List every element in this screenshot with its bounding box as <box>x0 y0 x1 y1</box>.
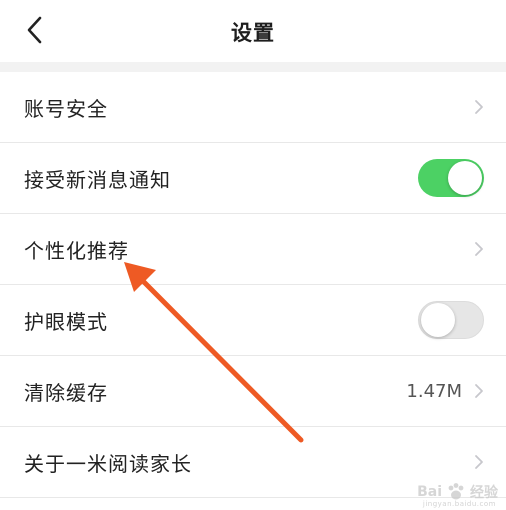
settings-item-personalized-recommendation[interactable]: 个性化推荐 <box>0 214 506 285</box>
settings-item-account-security[interactable]: 账号安全 <box>0 72 506 143</box>
chevron-right-icon <box>475 455 483 469</box>
paw-icon <box>448 483 464 500</box>
notification-toggle[interactable] <box>418 159 484 197</box>
settings-item-label: 关于一米阅读家长 <box>24 451 192 476</box>
settings-item-clear-cache[interactable]: 清除缓存 1.47M <box>0 356 506 427</box>
watermark-text-2: 经验 <box>470 485 498 501</box>
page-title: 设置 <box>231 21 275 45</box>
chevron-right-icon <box>475 384 483 398</box>
eye-care-toggle[interactable] <box>418 301 484 339</box>
row-accessory <box>474 241 484 257</box>
settings-item-eye-care-mode: 护眼模式 <box>0 285 506 356</box>
row-accessory <box>474 99 484 115</box>
watermark-text: Bai <box>417 484 442 500</box>
row-accessory <box>474 454 484 470</box>
chevron-right-icon <box>475 100 483 114</box>
watermark-url: jingyan.baidu.com <box>422 500 496 508</box>
nav-header: 设置 <box>0 0 506 62</box>
baidu-watermark: Bai 经验 <box>417 482 498 502</box>
settings-item-label: 接受新消息通知 <box>24 167 171 192</box>
toggle-knob <box>421 303 455 337</box>
settings-list: 账号安全 接受新消息通知 个性化推荐 护眼模式 清除缓存 1.47M 关于一米阅… <box>0 72 506 498</box>
cache-size-value: 1.47M <box>406 380 462 402</box>
settings-item-label: 个性化推荐 <box>24 238 129 263</box>
toggle-knob <box>448 161 482 195</box>
settings-item-label: 账号安全 <box>24 96 108 121</box>
settings-item-label: 护眼模式 <box>24 309 108 334</box>
settings-page: 设置 账号安全 接受新消息通知 个性化推荐 护眼模式 清除缓存 1.47M 关于… <box>0 0 506 510</box>
row-accessory: 1.47M <box>406 381 484 402</box>
settings-item-new-message-notification: 接受新消息通知 <box>0 143 506 214</box>
settings-item-label: 清除缓存 <box>24 380 108 405</box>
section-divider <box>0 62 506 72</box>
chevron-right-icon <box>475 242 483 256</box>
